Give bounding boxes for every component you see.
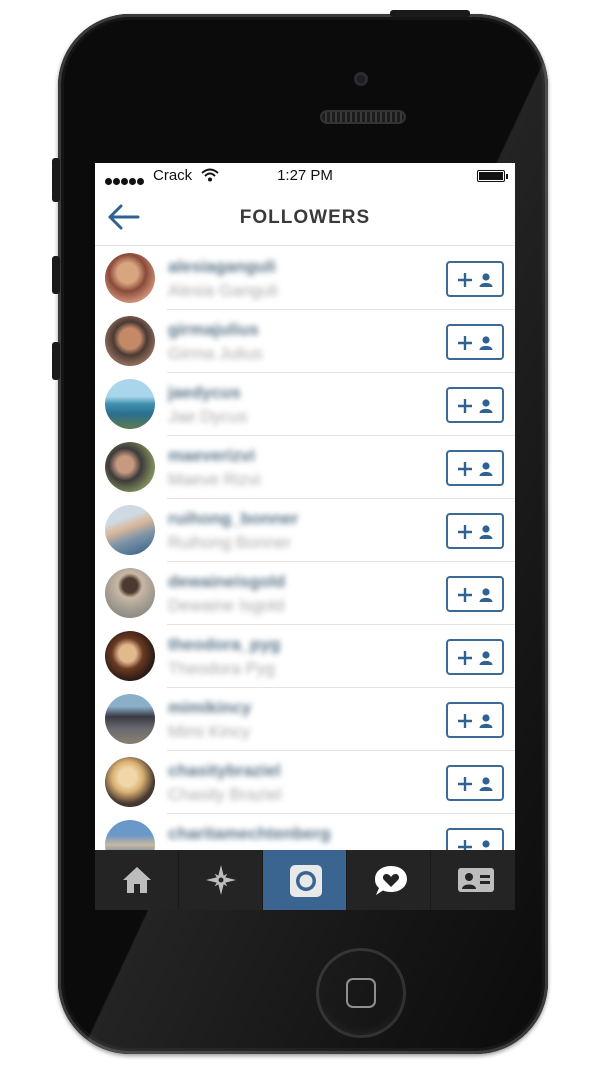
volume-down-button bbox=[52, 342, 60, 380]
avatar[interactable] bbox=[105, 316, 155, 366]
add-user-icon bbox=[458, 525, 493, 539]
follower-username[interactable]: dewaineisgold bbox=[168, 572, 285, 592]
follower-row[interactable]: mimikincy Mimi Kincy bbox=[95, 688, 515, 751]
front-camera bbox=[354, 72, 368, 86]
activity-icon bbox=[375, 866, 407, 895]
tab-bar bbox=[95, 850, 515, 910]
add-user-icon bbox=[458, 777, 493, 791]
add-user-icon bbox=[458, 714, 493, 728]
avatar[interactable] bbox=[105, 694, 155, 744]
volume-up-button bbox=[52, 256, 60, 294]
page-title: FOLLOWERS bbox=[239, 207, 371, 228]
follower-username[interactable]: theodora_pyg bbox=[168, 635, 280, 655]
tab-home[interactable] bbox=[95, 850, 179, 910]
profile-icon bbox=[458, 868, 494, 892]
follower-full-name: Dewaine Isgold bbox=[168, 596, 285, 615]
avatar[interactable] bbox=[105, 631, 155, 681]
follower-row[interactable]: girmajulius Girma Julius bbox=[95, 310, 515, 373]
mute-switch bbox=[52, 158, 60, 202]
navigation-bar: FOLLOWERS bbox=[95, 189, 515, 246]
follow-button[interactable] bbox=[446, 702, 504, 738]
add-user-icon bbox=[458, 462, 493, 476]
tab-camera[interactable] bbox=[263, 850, 347, 910]
follower-full-name: Chasity Braziel bbox=[168, 785, 282, 804]
screen: Crack 1:27 PM FOLLOWERS alesiaganguli Ale… bbox=[95, 163, 515, 910]
follower-full-name: Jae Dycus bbox=[168, 407, 248, 426]
battery-icon bbox=[477, 170, 508, 182]
follower-row[interactable]: dewaineisgold Dewaine Isgold bbox=[95, 562, 515, 625]
add-user-icon bbox=[458, 651, 493, 665]
follower-full-name: Ruihong Bonner bbox=[168, 533, 291, 552]
home-button-square-icon bbox=[346, 978, 376, 1008]
follower-row[interactable]: maeverizvi Maeve Rizvi bbox=[95, 436, 515, 499]
camera-icon bbox=[290, 865, 322, 897]
avatar[interactable] bbox=[105, 253, 155, 303]
follow-button[interactable] bbox=[446, 261, 504, 297]
follower-row[interactable]: theodora_pyg Theodora Pyg bbox=[95, 625, 515, 688]
follower-full-name: Maeve Rizvi bbox=[168, 470, 261, 489]
earpiece-speaker bbox=[320, 110, 406, 124]
follower-username[interactable]: chasitybraziel bbox=[168, 761, 280, 781]
tab-profile[interactable] bbox=[431, 850, 515, 910]
add-user-icon bbox=[458, 273, 493, 287]
home-button[interactable] bbox=[316, 948, 406, 1038]
follower-row[interactable]: alesiaganguli Alesia Ganguli bbox=[95, 247, 515, 310]
follower-row[interactable]: ruihong_bonner Ruihong Bonner bbox=[95, 499, 515, 562]
avatar[interactable] bbox=[105, 505, 155, 555]
add-user-icon bbox=[458, 588, 493, 602]
follower-username[interactable]: charitamechtenberg bbox=[168, 824, 331, 844]
power-button bbox=[390, 10, 470, 17]
follow-button[interactable] bbox=[446, 513, 504, 549]
avatar[interactable] bbox=[105, 757, 155, 807]
follower-username[interactable]: alesiaganguli bbox=[168, 257, 276, 277]
follow-button[interactable] bbox=[446, 387, 504, 423]
follower-username[interactable]: mimikincy bbox=[168, 698, 251, 718]
follow-button[interactable] bbox=[446, 324, 504, 360]
follower-username[interactable]: jaedycus bbox=[168, 383, 241, 403]
follower-full-name: Alesia Ganguli bbox=[168, 281, 278, 300]
explore-icon bbox=[206, 865, 236, 895]
avatar[interactable] bbox=[105, 379, 155, 429]
follow-button[interactable] bbox=[446, 450, 504, 486]
avatar[interactable] bbox=[105, 568, 155, 618]
follow-button[interactable] bbox=[446, 576, 504, 612]
follower-row[interactable]: jaedycus Jae Dycus bbox=[95, 373, 515, 436]
follower-full-name: Girma Julius bbox=[168, 344, 263, 363]
status-time: 1:27 PM bbox=[277, 167, 333, 184]
add-user-icon bbox=[458, 399, 493, 413]
home-icon bbox=[123, 867, 151, 893]
status-bar: Crack 1:27 PM bbox=[95, 163, 515, 189]
follower-full-name: Theodora Pyg bbox=[168, 659, 275, 678]
followers-list: alesiaganguli Alesia Ganguli girmajulius Gi… bbox=[95, 247, 515, 877]
follower-row[interactable]: chasitybraziel Chasity Braziel bbox=[95, 751, 515, 814]
tab-explore[interactable] bbox=[179, 850, 263, 910]
follow-button[interactable] bbox=[446, 639, 504, 675]
follow-button[interactable] bbox=[446, 765, 504, 801]
follower-username[interactable]: maeverizvi bbox=[168, 446, 255, 466]
follower-full-name: Mimi Kincy bbox=[168, 722, 251, 741]
tab-activity[interactable] bbox=[347, 850, 431, 910]
avatar[interactable] bbox=[105, 442, 155, 492]
add-user-icon bbox=[458, 336, 493, 350]
follower-username[interactable]: girmajulius bbox=[168, 320, 259, 340]
follower-username[interactable]: ruihong_bonner bbox=[168, 509, 298, 529]
